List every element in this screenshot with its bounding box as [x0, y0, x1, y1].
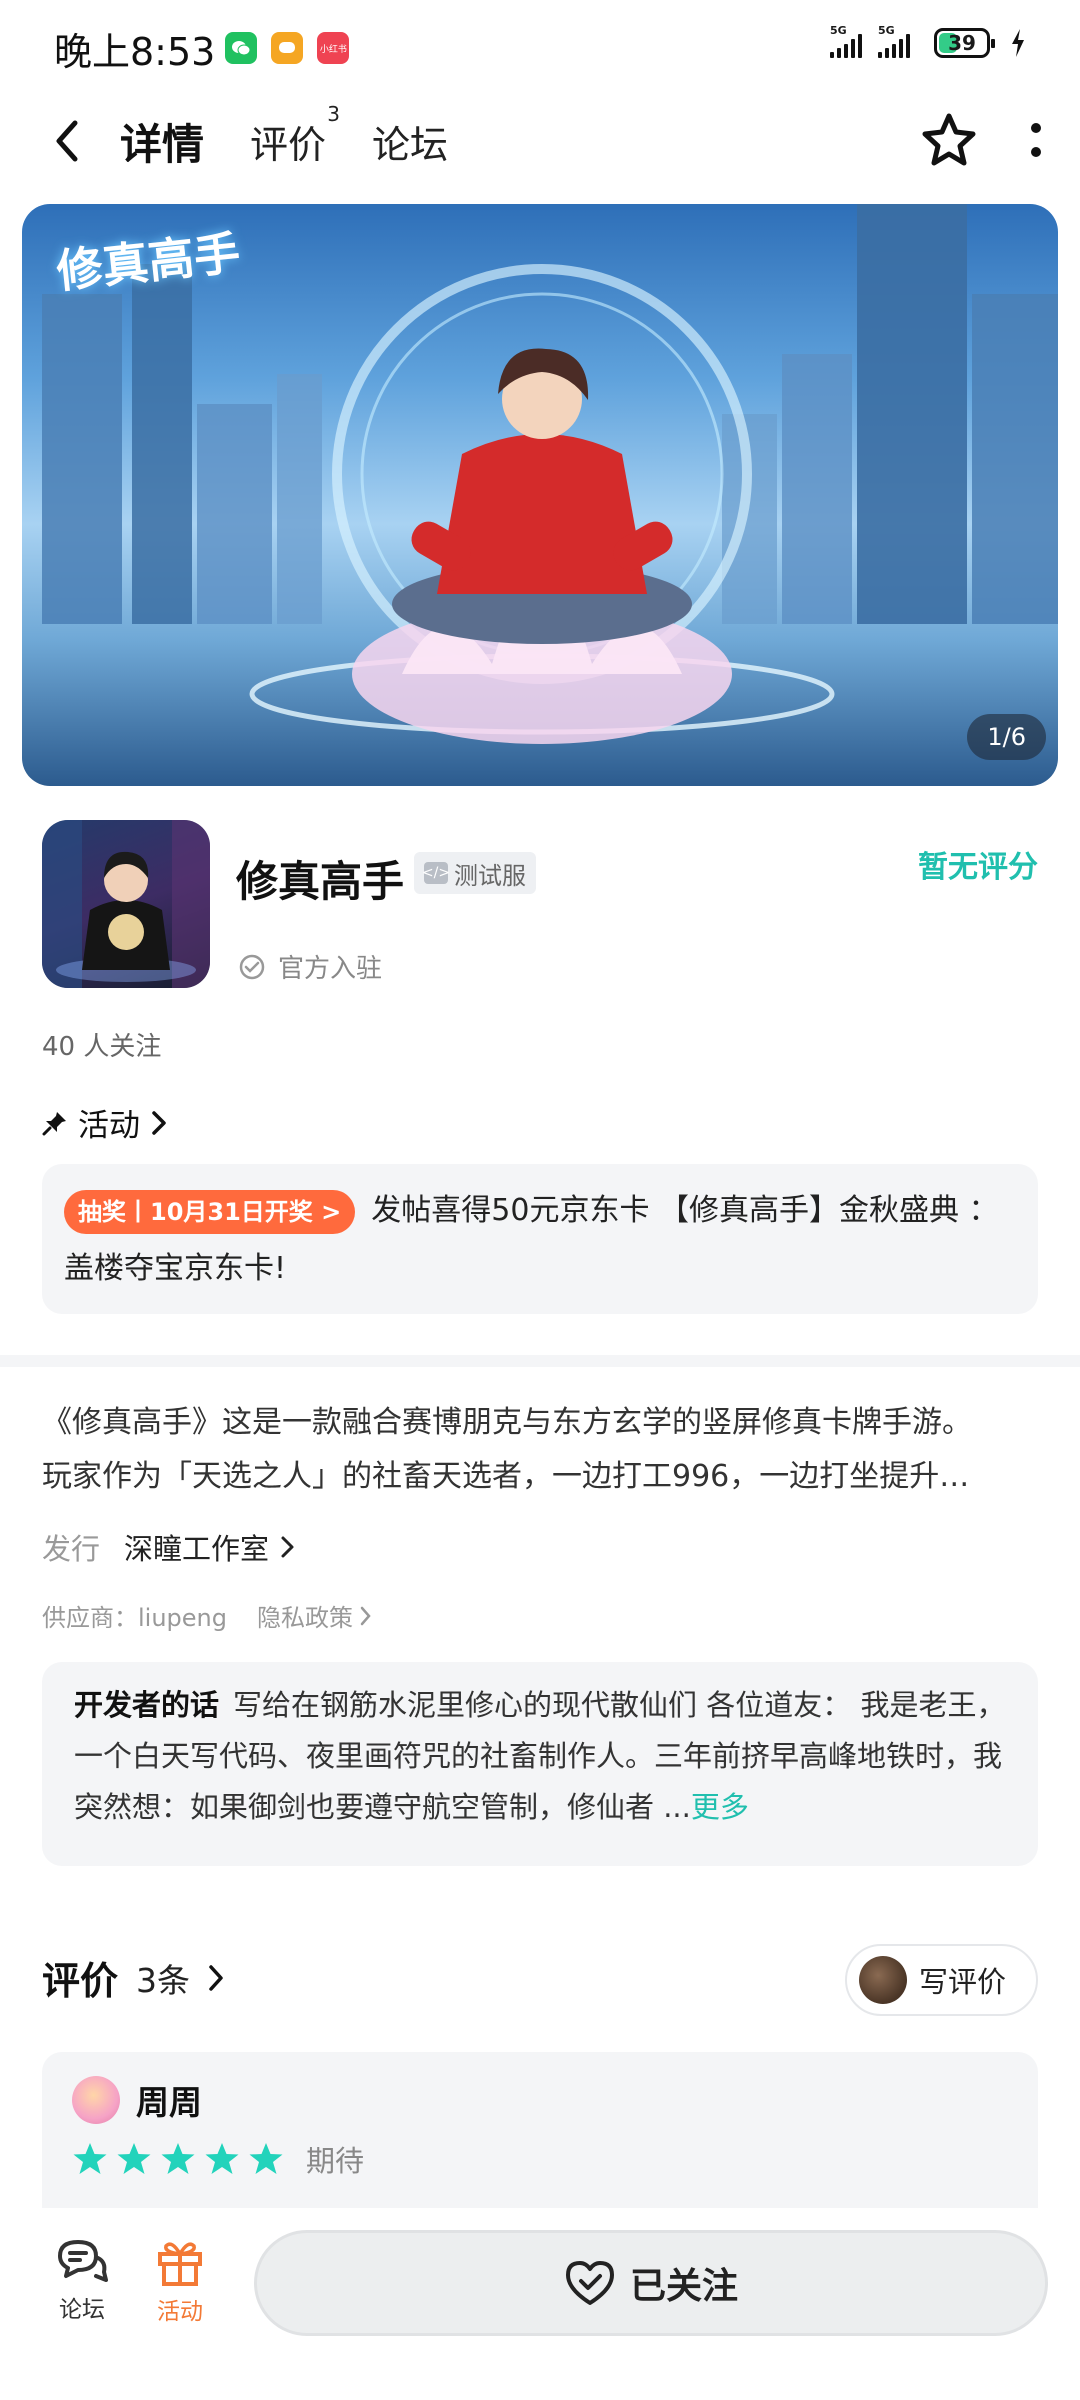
- game-description[interactable]: 《修真高手》这是一款融合赛博朋克与东方玄学的竖屏修真卡牌手游。 玩家作为「天选之…: [42, 1396, 1038, 1504]
- top-nav: 详情 评价 3 论坛: [0, 100, 1080, 182]
- mascot-icon: [858, 1956, 907, 2004]
- status-right: 5G 5G 39: [830, 24, 1026, 58]
- xiaohongshu-icon: 小红书: [317, 32, 350, 64]
- reviewer: 周周: [72, 2076, 1008, 2124]
- developer-note-more[interactable]: 更多: [691, 1790, 749, 1824]
- gift-icon: [158, 2242, 202, 2286]
- status-app-icons: 小红书: [225, 32, 350, 64]
- bottom-bar: 论坛 活动 已关注: [0, 2208, 1080, 2400]
- wechat-icon: [225, 32, 258, 64]
- tab-reviews-count: 3: [327, 101, 341, 126]
- game-icon: [42, 820, 210, 988]
- star-icon: [249, 2143, 283, 2174]
- chevron-right-icon: [360, 1606, 371, 1625]
- code-icon: </>: [422, 862, 450, 884]
- chevron-left-icon: [56, 120, 78, 162]
- star-icon: [117, 2143, 151, 2174]
- back-button[interactable]: [42, 111, 92, 171]
- test-server-label: 测试服: [454, 861, 526, 890]
- activity-header-label: 活动: [78, 1108, 140, 1144]
- bottom-activity-label: 活动: [157, 2299, 203, 2325]
- chevron-right-icon: [281, 1536, 294, 1558]
- activity-card[interactable]: 抽奖丨10月31日开奖 > 发帖喜得50元京东卡 【修真高手】金秋盛典 ：盖楼夺宝…: [42, 1164, 1038, 1314]
- follow-label: 已关注: [629, 2266, 738, 2307]
- publisher-label: 发行: [42, 1532, 101, 1566]
- chevron-right-icon: [209, 1964, 223, 1991]
- check-circle-icon: [239, 954, 265, 979]
- banner-counter: 1/6: [967, 714, 1046, 760]
- bottom-forum-label: 论坛: [59, 2297, 105, 2323]
- publisher-row[interactable]: 发行 深瞳工作室: [42, 1526, 297, 1568]
- heart-check-icon: [565, 2261, 614, 2305]
- official-label: 官方入驻: [278, 954, 383, 984]
- forum-icon: [58, 2240, 108, 2282]
- description-line-1: 《修真高手》这是一款融合赛博朋克与东方玄学的竖屏修真卡牌手游。: [42, 1405, 972, 1440]
- tab-forum[interactable]: 论坛: [372, 114, 448, 169]
- section-divider: [0, 1355, 1080, 1367]
- description-line-2: 玩家作为「天选之人」的社畜天选者，一边打工996，一边打坐提升…: [42, 1459, 970, 1494]
- supplier-row: 供应商：liupeng 隐私政策: [42, 1598, 373, 1633]
- reviewer-name: 周周: [136, 2083, 202, 2122]
- signal-icon: 5G: [830, 24, 862, 58]
- rating-label: 期待: [306, 2144, 365, 2178]
- nav-actions: [920, 112, 1042, 168]
- developer-note-card[interactable]: 开发者的话 写给在钢筋水泥里修心的现代散仙们 各位道友： 我是老王，一个白天写代码…: [42, 1662, 1038, 1866]
- status-time: 晚上8:53: [54, 29, 216, 74]
- reviews-count: 3条: [136, 1960, 191, 2000]
- battery-level: 39: [948, 31, 976, 55]
- banner-carousel[interactable]: 修真高手 1/6: [22, 204, 1058, 786]
- follow-button[interactable]: 已关注: [254, 2230, 1048, 2336]
- star-rating: 期待: [72, 2138, 1008, 2180]
- activity-text-block: 抽奖丨10月31日开奖 > 发帖喜得50元京东卡 【修真高手】金秋盛典 ：盖楼夺宝…: [64, 1182, 1016, 1298]
- star-icon: [161, 2143, 195, 2174]
- bottom-forum-button[interactable]: 论坛: [42, 2236, 122, 2324]
- tab-details-label: 详情: [120, 119, 205, 169]
- rating-status: 暂无评分: [918, 850, 1038, 885]
- privacy-policy-link[interactable]: 隐私政策: [257, 1598, 373, 1633]
- activity-section-header[interactable]: 活动: [42, 1100, 168, 1145]
- lottery-tag: 抽奖丨10月31日开奖 >: [64, 1189, 356, 1234]
- publisher-name: 深瞳工作室: [124, 1532, 270, 1566]
- reviews-title: 评价: [42, 1959, 119, 2003]
- chat-icon: [271, 32, 304, 64]
- write-review-label: 写评价: [918, 1965, 1006, 1999]
- signal-icon-2: 5G: [878, 24, 910, 58]
- follower-count: 40 人关注: [42, 1032, 162, 1062]
- pin-icon: [42, 1111, 66, 1135]
- tab-details[interactable]: 详情: [120, 111, 205, 172]
- write-review-button[interactable]: 写评价: [844, 1944, 1038, 2016]
- tab-reviews-label: 评价: [250, 122, 327, 167]
- official-verified: 官方入驻: [238, 948, 382, 985]
- privacy-policy-label: 隐私政策: [257, 1604, 353, 1632]
- star-icon: [73, 2143, 107, 2174]
- xiaohongshu-label: 小红书: [319, 44, 347, 55]
- charging-icon: [1012, 29, 1024, 57]
- star-favorite-icon[interactable]: [920, 112, 978, 168]
- chevron-right-icon: [152, 1110, 166, 1135]
- bottom-activity-button[interactable]: 活动: [140, 2236, 220, 2326]
- more-menu-icon[interactable]: [1030, 120, 1042, 160]
- tab-reviews[interactable]: 评价 3: [250, 102, 340, 169]
- status-bar: 晚上8:53 小红书 5G 5G 39: [0, 0, 1080, 96]
- signal-label: 5G: [830, 24, 847, 37]
- star-icon: [205, 2143, 239, 2174]
- avatar: [72, 2076, 120, 2124]
- test-server-badge: </> 测试服: [414, 852, 536, 894]
- supplier-text: 供应商：liupeng: [42, 1604, 227, 1632]
- reviews-header[interactable]: 评价 3条: [42, 1950, 226, 2005]
- developer-note-title: 开发者的话: [74, 1688, 220, 1722]
- signal-label-2: 5G: [878, 24, 895, 37]
- banner-image: [42, 204, 1058, 744]
- game-title: 修真高手: [236, 857, 405, 906]
- tab-forum-label: 论坛: [372, 122, 449, 167]
- battery-icon: 39: [934, 28, 995, 58]
- tab-bar: 详情 评价 3 论坛: [120, 102, 448, 172]
